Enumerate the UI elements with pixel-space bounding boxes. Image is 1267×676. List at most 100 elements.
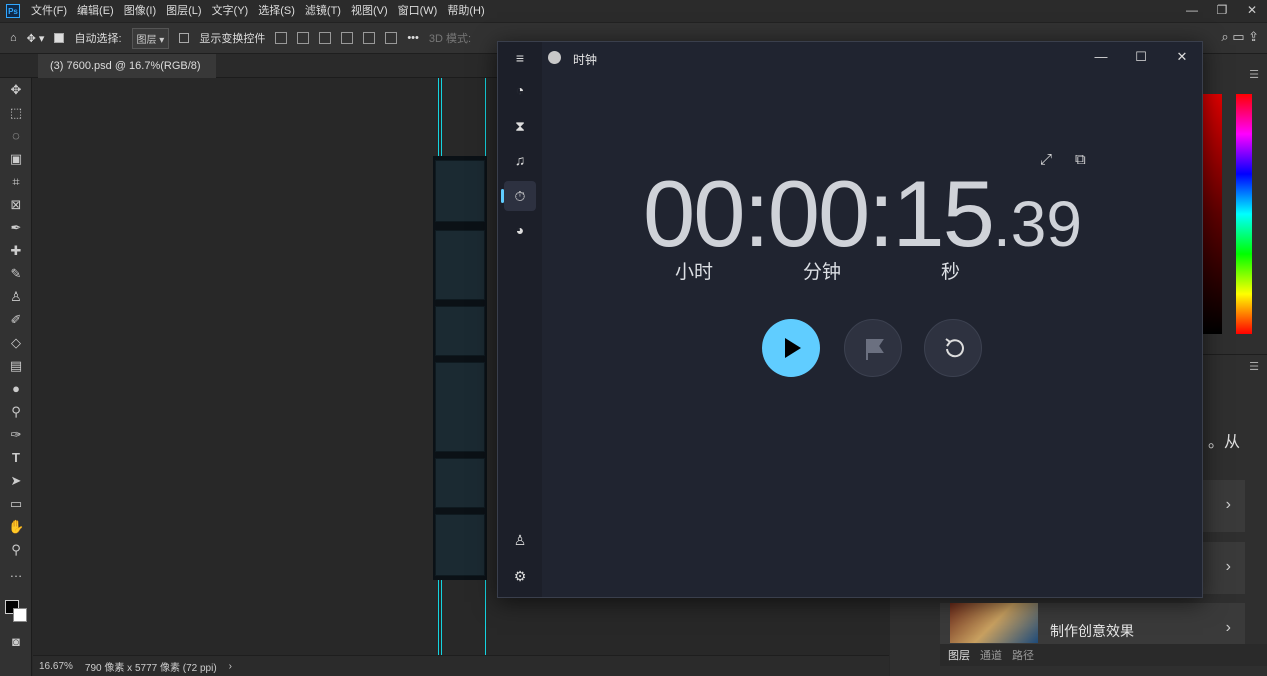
align-bottom-icon[interactable] — [385, 32, 398, 44]
auto-select-label: 自动选择: — [74, 33, 122, 45]
chevron-right-icon: › — [1225, 558, 1231, 575]
crop-tool-icon[interactable]: ⌗ — [8, 174, 24, 190]
document-tab[interactable]: (3) 7600.psd @ 16.7%(RGB/8) × — [38, 54, 216, 96]
search-icon[interactable]: ⌕ ▭ ⇪ — [1221, 29, 1259, 45]
lasso-tool-icon[interactable]: ◌ — [8, 128, 24, 144]
background-color-swatch[interactable] — [13, 608, 27, 622]
menu-layer[interactable]: 图层(L) — [161, 0, 206, 22]
menu-file[interactable]: 文件(F) — [26, 0, 72, 22]
tab-channels[interactable]: 通道 — [980, 647, 1002, 663]
document-dimensions: 790 像素 x 5777 像素 (72 ppi) — [84, 662, 217, 674]
frame-tool-icon[interactable]: ⊠ — [8, 197, 24, 213]
menu-view[interactable]: 视图(V) — [346, 0, 393, 22]
doc-section — [435, 306, 485, 356]
minimize-button[interactable]: — — [1081, 46, 1121, 68]
nav-active-indicator — [501, 189, 504, 203]
pen-tool-icon[interactable]: ✑ — [8, 427, 24, 443]
doc-section — [435, 458, 485, 508]
align-right-icon[interactable] — [319, 32, 332, 44]
seconds-value: 15 — [892, 161, 995, 266]
history-brush-icon[interactable]: ✐ — [8, 312, 24, 328]
menu-window[interactable]: 窗口(W) — [393, 0, 443, 22]
path-select-icon[interactable]: ➤ — [8, 473, 24, 489]
marquee-tool-icon[interactable]: ⬚ — [8, 105, 24, 121]
type-tool-icon[interactable]: T — [8, 450, 24, 466]
settings-icon[interactable]: ⚙ — [510, 566, 530, 586]
tab-layers[interactable]: 图层 — [948, 647, 970, 663]
hours-value: 00 — [643, 161, 746, 266]
layer-select-value: 图层 — [136, 34, 157, 46]
document-preview — [433, 156, 487, 580]
brush-tool-icon[interactable]: ✎ — [8, 266, 24, 282]
blur-tool-icon[interactable]: ● — [8, 381, 24, 397]
account-icon[interactable]: ♙ — [510, 530, 530, 550]
eraser-icon[interactable]: ◇ — [8, 335, 24, 351]
maximize-button[interactable]: ☐ — [1121, 46, 1161, 68]
zoom-level[interactable]: 16.67% — [39, 661, 73, 672]
show-transform-checkbox[interactable] — [179, 33, 190, 43]
align-top-icon[interactable] — [341, 32, 354, 44]
more-options-icon[interactable]: ••• — [407, 32, 419, 44]
close-button[interactable]: ✕ — [1237, 0, 1267, 22]
minimize-button[interactable]: — — [1177, 0, 1207, 22]
color-field[interactable] — [1200, 94, 1222, 334]
hue-slider[interactable] — [1236, 94, 1252, 334]
move-tool-icon[interactable]: ✥ ▾ — [27, 32, 45, 45]
stamp-tool-icon[interactable]: ♙ — [8, 289, 24, 305]
menu-bar: Ps 文件(F) 编辑(E) 图像(I) 图层(L) 文字(Y) 选择(S) 滤… — [0, 0, 1267, 22]
home-icon[interactable]: ⌂ — [10, 32, 17, 44]
dodge-tool-icon[interactable]: ⚲ — [8, 404, 24, 420]
alarm-icon[interactable]: ♫ — [510, 150, 530, 170]
gradient-icon[interactable]: ▤ — [8, 358, 24, 374]
menu-icon[interactable]: ≡ — [510, 48, 530, 68]
stopwatch-icon[interactable]: ⏱ — [510, 186, 530, 206]
doc-section — [435, 160, 485, 222]
reset-icon — [945, 338, 964, 358]
menu-image[interactable]: 图像(I) — [119, 0, 161, 22]
color-picker[interactable] — [1200, 94, 1260, 334]
chevron-right-icon: › — [1225, 619, 1231, 636]
restore-button[interactable]: ❐ — [1207, 0, 1237, 22]
separator: : — [868, 161, 894, 266]
eyedropper-icon[interactable]: ✒ — [8, 220, 24, 236]
menu-type[interactable]: 文字(Y) — [207, 0, 254, 22]
hundredths-value: 39 — [1010, 188, 1082, 260]
menu-select[interactable]: 选择(S) — [253, 0, 300, 22]
menu-help[interactable]: 帮助(H) — [442, 0, 489, 22]
decimal-point: . — [992, 188, 1011, 260]
panel-text-fragment: 。从 — [1208, 434, 1241, 451]
doc-section — [435, 514, 485, 576]
minutes-label: 分钟 — [803, 262, 842, 283]
chevron-right-icon[interactable]: › — [229, 661, 232, 672]
panel-menu-icon[interactable]: ☰ — [1249, 360, 1259, 373]
move-tool-icon[interactable]: ✥ — [8, 82, 24, 98]
focus-icon[interactable]: ◔ — [510, 80, 530, 100]
quick-mask-icon[interactable]: ◙ — [8, 634, 24, 650]
timer-icon[interactable]: ⧗ — [510, 116, 530, 136]
align-left-icon[interactable] — [275, 32, 288, 44]
tab-paths[interactable]: 路径 — [1012, 647, 1034, 663]
hand-tool-icon[interactable]: ✋ — [8, 519, 24, 535]
reset-button[interactable] — [924, 319, 982, 377]
play-icon — [785, 338, 801, 358]
panel-menu-icon[interactable]: ☰ — [1249, 68, 1259, 81]
world-clock-icon[interactable]: ◕ — [510, 220, 530, 240]
window-title: 时钟 — [573, 53, 598, 67]
healing-brush-icon[interactable]: ✚ — [8, 243, 24, 259]
layer-select[interactable]: 图层 ▾ — [131, 27, 170, 49]
minutes-value: 00 — [767, 161, 871, 266]
align-center-icon[interactable] — [297, 32, 310, 44]
menu-edit[interactable]: 编辑(E) — [72, 0, 119, 22]
menu-filter[interactable]: 滤镜(T) — [300, 0, 346, 22]
start-button[interactable] — [762, 319, 820, 377]
lap-button[interactable] — [844, 319, 902, 377]
card-thumbnail — [950, 603, 1038, 643]
zoom-tool-icon[interactable]: ⚲ — [8, 542, 24, 558]
object-select-icon[interactable]: ▣ — [8, 151, 24, 167]
auto-select-checkbox[interactable] — [54, 33, 65, 43]
ps-window-controls: — ❐ ✕ — [1177, 0, 1267, 22]
close-button[interactable]: ✕ — [1162, 46, 1202, 68]
rectangle-tool-icon[interactable]: ▭ — [8, 496, 24, 512]
align-middle-icon[interactable] — [363, 32, 376, 44]
more-tools-icon[interactable]: … — [8, 565, 24, 581]
